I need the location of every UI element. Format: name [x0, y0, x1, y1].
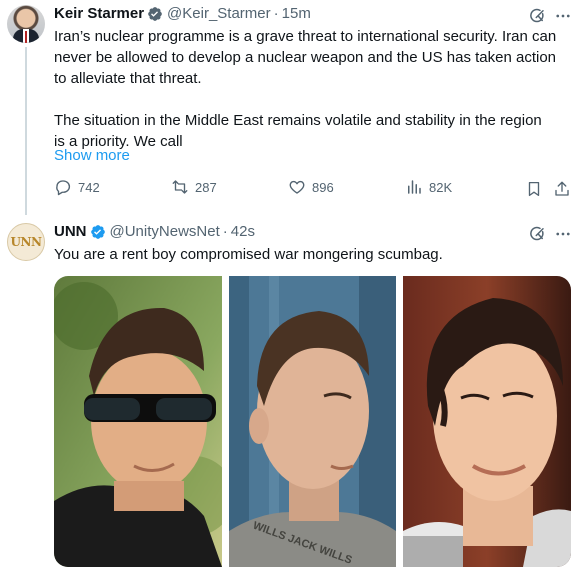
reply-button[interactable]: 742 [54, 178, 100, 196]
tweet1-header: Keir Starmer @Keir_Starmer · 15m [54, 5, 311, 22]
more-options-icon[interactable] [554, 7, 572, 25]
timestamp[interactable]: 42s [231, 223, 255, 240]
grok-icon[interactable] [528, 7, 546, 25]
show-more-link[interactable]: Show more [54, 147, 130, 164]
thread-line [25, 47, 27, 215]
tweet1-text-line: is a priority. We call [54, 133, 183, 150]
avatar-keir-starmer[interactable] [7, 5, 45, 43]
separator-dot: · [273, 5, 279, 22]
timestamp[interactable]: 15m [282, 5, 311, 22]
views-icon [408, 180, 421, 194]
photo-3[interactable] [403, 276, 571, 567]
photo-1[interactable] [54, 276, 222, 567]
verified-badge-icon [148, 6, 162, 21]
media-grid: WILLS JACK WILLS [54, 276, 571, 567]
reply-icon [56, 180, 71, 196]
tweet1-text-line: Iran’s nuclear programme is a grave thre… [54, 28, 557, 45]
separator-dot: · [222, 223, 228, 240]
repost-button[interactable]: 287 [171, 178, 217, 196]
author-name[interactable]: UNN [54, 223, 87, 240]
like-button[interactable]: 896 [288, 178, 334, 196]
tweet1-text-line: to alleviate that threat. [54, 70, 202, 87]
repost-icon [172, 180, 188, 194]
more-options-icon[interactable] [554, 225, 572, 243]
view-count: 82K [429, 179, 453, 195]
photo-2[interactable]: WILLS JACK WILLS [229, 276, 396, 567]
tweet1-text: Iran’s nuclear programme is a grave thre… [54, 26, 579, 152]
verified-badge-icon [90, 224, 105, 239]
avatar-unn[interactable]: UNN [7, 223, 45, 261]
reply-count: 742 [78, 179, 100, 195]
author-name[interactable]: Keir Starmer [54, 5, 144, 22]
views-button[interactable]: 82K [405, 178, 452, 196]
tweet1-text-line: The situation in the Middle East remains… [54, 112, 542, 129]
avatar-tie [25, 31, 27, 43]
heart-icon [289, 180, 305, 194]
author-handle[interactable]: @Keir_Starmer [167, 5, 271, 22]
bookmark-icon[interactable] [525, 180, 543, 198]
like-count: 896 [312, 179, 334, 195]
tweet2-header: UNN @UnityNewsNet · 42s [54, 223, 255, 240]
repost-count: 287 [195, 179, 217, 195]
share-icon[interactable] [553, 180, 571, 198]
author-handle[interactable]: @UnityNewsNet [110, 223, 220, 240]
tweet1-text-line: never be allowed to develop a nuclear we… [54, 49, 557, 66]
avatar-logo-text: UNN [10, 235, 42, 249]
tweet2-text: You are a rent boy compromised war monge… [54, 246, 443, 263]
grok-icon[interactable] [528, 225, 546, 243]
